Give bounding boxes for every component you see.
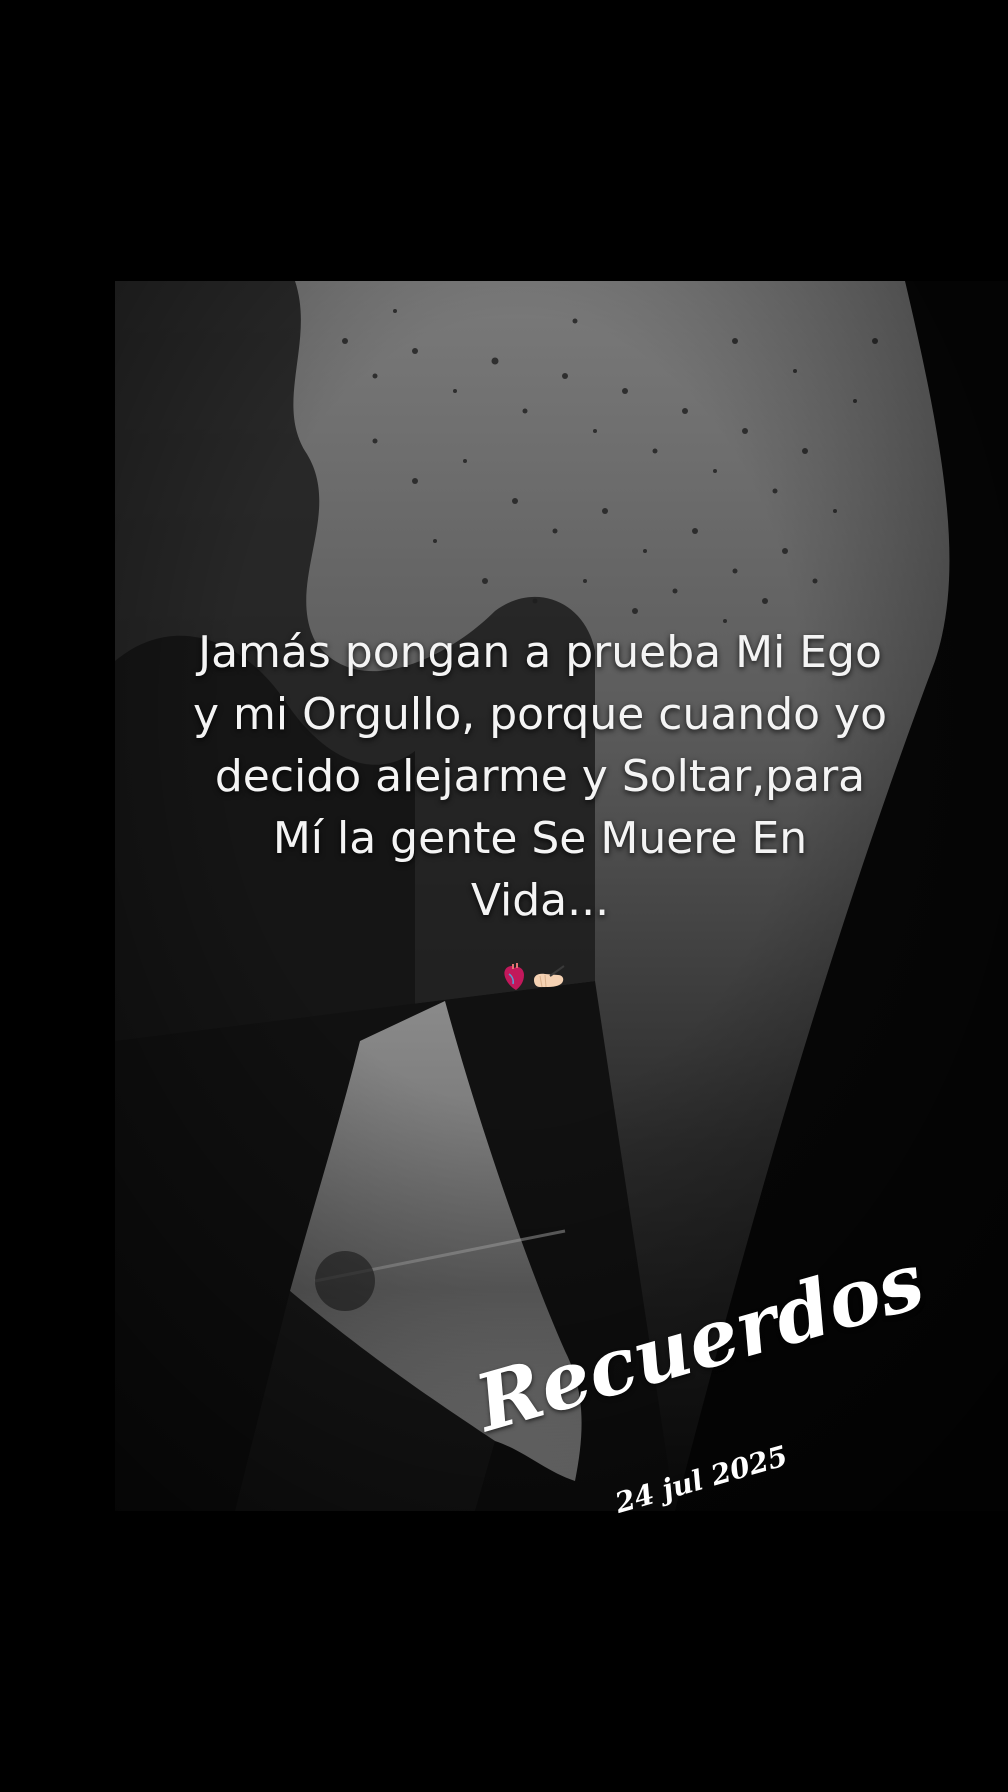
quote-line: Mí la gente Se Muere En [272,813,808,864]
writing-hand-icon [534,965,565,988]
quote-line: decido alejarme y Soltar,para [214,751,866,802]
quote-line: y mi Orgullo, porque cuando yo [193,689,887,740]
quote-text: Jamás pongan a prueba Mi Ego y mi Orgull… [150,622,930,932]
anatomical-heart-icon [504,963,524,990]
quote-line: Jamás pongan a prueba Mi Ego [198,627,882,678]
emoji-row [500,962,570,992]
story-screen: Jamás pongan a prueba Mi Ego y mi Orgull… [0,0,1008,1792]
quote-line: Vida... [470,875,610,926]
